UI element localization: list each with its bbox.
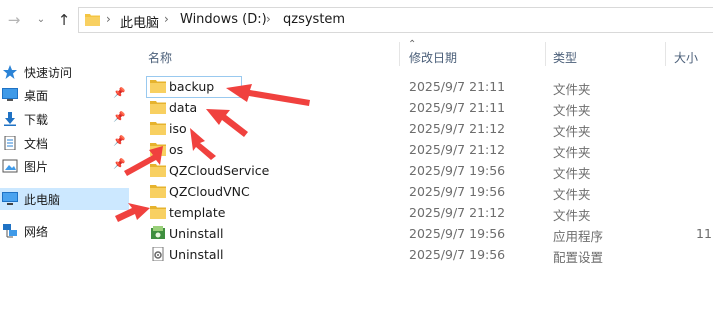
nav-item-label: 此电脑 (24, 193, 61, 207)
file-name: QZCloudVNC (169, 184, 250, 199)
uninstall-app-icon (150, 226, 166, 240)
folder-icon (150, 79, 166, 93)
nav-item-this-pc[interactable]: 此电脑 (0, 188, 129, 210)
folder-icon (150, 205, 166, 219)
file-name: Uninstall (169, 247, 224, 262)
file-date: 2025/9/7 21:12 (409, 121, 506, 136)
download-icon (2, 112, 18, 126)
file-name: data (169, 100, 198, 115)
file-type: 文件夹 (553, 166, 591, 181)
pin-icon[interactable]: 📌 (113, 88, 125, 99)
file-type: 文件夹 (553, 103, 591, 118)
breadcrumb-drive-d[interactable]: Windows (D:) (180, 12, 267, 27)
nav-item-quick-access[interactable]: 快速访问 (0, 62, 129, 82)
nav-item-label: 文档 (24, 137, 49, 151)
breadcrumb-separator-icon: › (164, 12, 169, 26)
column-divider[interactable] (545, 42, 546, 66)
pin-icon[interactable]: 📌 (113, 159, 125, 170)
nav-item-documents[interactable]: 文档 📌 (0, 133, 129, 153)
folder-icon (150, 142, 166, 156)
file-row-backup[interactable]: backup 2025/9/7 21:11 文件夹 (140, 76, 713, 98)
folder-icon (150, 184, 166, 198)
nav-item-label: 快速访问 (24, 66, 73, 80)
file-row-iso[interactable]: iso 2025/9/7 21:12 文件夹 (140, 118, 713, 139)
pin-icon[interactable]: 📌 (113, 136, 125, 147)
file-name: backup (169, 79, 215, 94)
file-size: 11 (696, 226, 712, 241)
file-type: 文件夹 (553, 145, 591, 160)
file-row-template[interactable]: template 2025/9/7 21:12 文件夹 (140, 202, 713, 223)
breadcrumb-separator-icon: › (266, 12, 271, 26)
file-type: 文件夹 (553, 82, 591, 97)
nav-item-downloads[interactable]: 下载 📌 (0, 109, 129, 129)
navigation-pane: 快速访问 桌面 📌 下载 📌 文档 📌 图片 📌 此电脑 网络 (0, 38, 129, 318)
file-date: 2025/9/7 21:11 (409, 79, 506, 94)
document-icon (2, 135, 18, 151)
nav-item-label: 图片 (24, 160, 49, 174)
file-row-qzcloudvnc[interactable]: QZCloudVNC 2025/9/7 19:56 文件夹 (140, 181, 713, 202)
file-type: 文件夹 (553, 208, 591, 223)
column-divider[interactable] (665, 42, 666, 66)
star-icon (2, 65, 18, 79)
file-name: Uninstall (169, 226, 224, 241)
file-name: QZCloudService (169, 163, 270, 178)
file-name: template (169, 205, 226, 220)
nav-item-label: 网络 (24, 225, 49, 239)
nav-item-desktop[interactable]: 桌面 📌 (0, 85, 129, 105)
column-header-type[interactable]: 类型 (553, 49, 577, 66)
file-date: 2025/9/7 19:56 (409, 163, 506, 178)
up-arrow-icon[interactable]: ↑ (54, 10, 74, 30)
column-header-size[interactable]: 大小 (674, 49, 698, 66)
back-arrow-icon[interactable]: → (4, 10, 24, 30)
network-icon (2, 224, 18, 238)
file-name: os (169, 142, 184, 157)
file-date: 2025/9/7 19:56 (409, 247, 506, 262)
nav-item-pictures[interactable]: 图片 📌 (0, 156, 129, 176)
breadcrumb-this-pc[interactable]: 此电脑 (120, 12, 159, 31)
column-header-date[interactable]: 修改日期 (409, 49, 457, 66)
file-date: 2025/9/7 21:11 (409, 100, 506, 115)
folder-icon (150, 121, 166, 135)
folder-icon (150, 163, 166, 177)
file-date: 2025/9/7 21:12 (409, 205, 506, 220)
file-name: iso (169, 121, 187, 136)
file-row-uninstall-ini[interactable]: Uninstall 2025/9/7 19:56 配置设置 (140, 244, 713, 265)
pin-icon[interactable]: 📌 (113, 112, 125, 123)
column-divider[interactable] (399, 42, 400, 66)
config-file-icon (150, 246, 166, 262)
file-date: 2025/9/7 19:56 (409, 184, 506, 199)
address-box[interactable]: › 此电脑 › Windows (D:) › qzsystem (78, 7, 713, 33)
file-row-qzcloudservice[interactable]: QZCloudService 2025/9/7 19:56 文件夹 (140, 160, 713, 181)
file-type: 应用程序 (553, 229, 604, 244)
nav-item-network[interactable]: 网络 (0, 221, 129, 241)
column-header-row: ⌃ 名称 修改日期 类型 大小 (140, 38, 713, 68)
file-row-uninstall-exe[interactable]: Uninstall 2025/9/7 19:56 应用程序 11 (140, 223, 713, 244)
breadcrumb-separator-icon: › (106, 12, 111, 26)
file-row-os[interactable]: os 2025/9/7 21:12 文件夹 (140, 139, 713, 160)
address-bar-area: → ⌄ ↑ › 此电脑 › Windows (D:) › qzsystem (0, 0, 713, 38)
nav-item-label: 下载 (24, 113, 49, 127)
file-type: 文件夹 (553, 187, 591, 202)
folder-icon (150, 100, 166, 114)
nav-item-label: 桌面 (24, 89, 49, 103)
recent-locations-chevron-icon[interactable]: ⌄ (34, 10, 48, 30)
picture-icon (2, 159, 18, 173)
file-type: 文件夹 (553, 124, 591, 139)
file-row-data[interactable]: data 2025/9/7 21:11 文件夹 (140, 97, 713, 118)
file-date: 2025/9/7 21:12 (409, 142, 506, 157)
file-type: 配置设置 (553, 250, 604, 265)
folder-icon (85, 11, 100, 27)
computer-icon (2, 192, 18, 206)
breadcrumb-qzsystem[interactable]: qzsystem (283, 12, 345, 27)
column-header-name[interactable]: 名称 (148, 49, 172, 66)
desktop-icon (2, 88, 18, 102)
file-date: 2025/9/7 19:56 (409, 226, 506, 241)
